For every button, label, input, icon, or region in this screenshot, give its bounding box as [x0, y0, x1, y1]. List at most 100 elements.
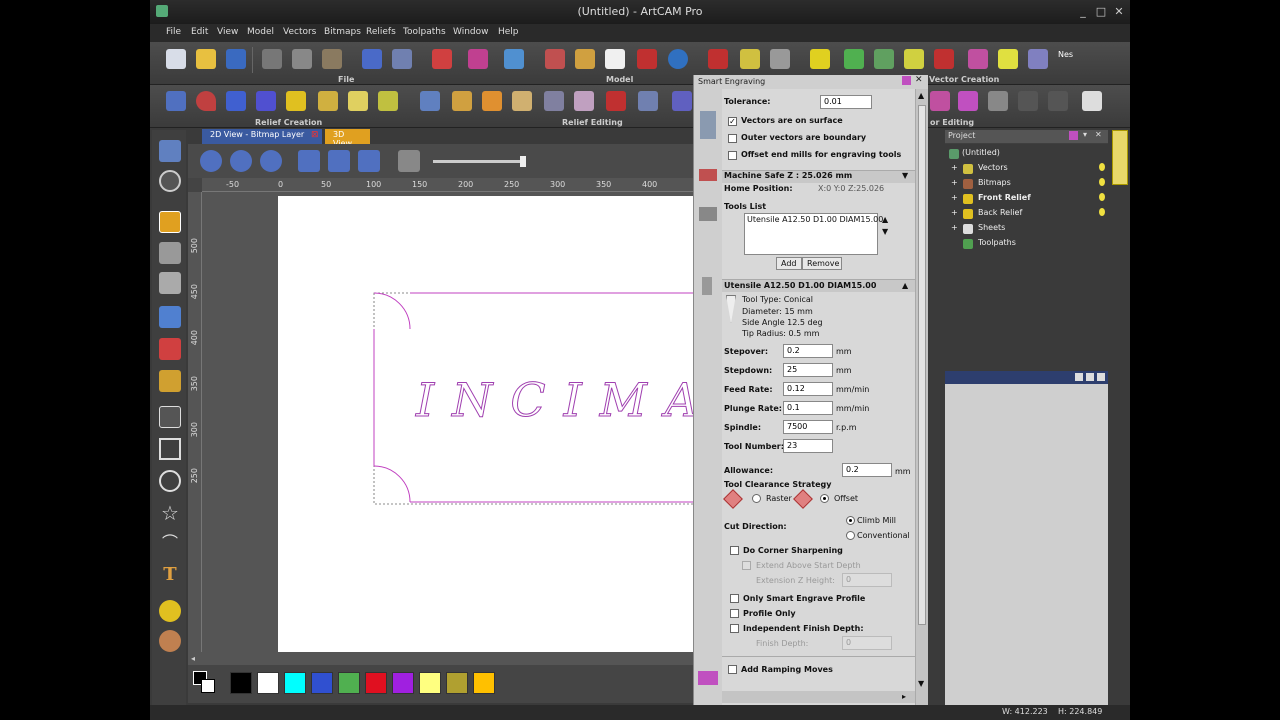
zoom-out-icon[interactable] [230, 150, 252, 172]
menu-toolpaths[interactable]: Toolpaths [403, 27, 446, 37]
offset-end-mills-checkbox[interactable] [728, 151, 737, 160]
palette-swatch[interactable] [230, 672, 252, 694]
vector-cut-icon[interactable] [770, 49, 790, 69]
book-icon[interactable] [468, 49, 488, 69]
palette-swatch[interactable] [446, 672, 468, 694]
circle-icon[interactable] [159, 470, 181, 492]
vector-node-edit-icon[interactable] [874, 49, 894, 69]
lightbulb-icon[interactable] [1099, 193, 1105, 201]
menu-file[interactable]: File [166, 27, 181, 37]
scroll-right-icon[interactable]: ▸ [902, 692, 906, 701]
relief-weave-icon[interactable] [318, 91, 338, 111]
project-pin-icon[interactable] [1069, 131, 1078, 140]
rectangle-icon[interactable] [159, 438, 181, 460]
palette-swatch[interactable] [284, 672, 306, 694]
palette-swatch[interactable] [392, 672, 414, 694]
menu-view[interactable]: View [217, 27, 238, 37]
profile-only-checkbox[interactable] [730, 609, 739, 618]
eraser-icon[interactable] [159, 370, 181, 392]
vector-pen-icon[interactable] [968, 49, 988, 69]
panel-close-icon[interactable]: ✕ [915, 75, 923, 85]
remove-tool-button[interactable]: Remove [802, 257, 842, 270]
vector-fillet-icon[interactable] [1018, 91, 1038, 111]
props-dropdown-icon[interactable] [1086, 373, 1094, 381]
relief-scale-icon[interactable] [544, 91, 564, 111]
zoom-region-icon[interactable] [159, 140, 181, 162]
model-bitmap-icon[interactable] [605, 49, 625, 69]
model-relief-icon[interactable] [545, 49, 565, 69]
palette-swatch[interactable] [419, 672, 441, 694]
relief-blend-icon[interactable] [574, 91, 594, 111]
side-panel-tab[interactable] [1112, 130, 1128, 185]
relief-emboss-icon[interactable] [482, 91, 502, 111]
expand-icon[interactable]: + [951, 193, 958, 202]
corner-sharpening-checkbox[interactable] [730, 546, 739, 555]
palette-swatch[interactable] [365, 672, 387, 694]
conventional-radio[interactable] [846, 531, 855, 540]
spiral-icon[interactable] [159, 630, 181, 652]
extension-z-height-input[interactable]: 0 [842, 573, 892, 587]
model-bear-icon[interactable] [575, 49, 595, 69]
tree-item-bitmaps[interactable]: Bitmaps [978, 178, 1011, 187]
tolerance-input[interactable]: 0.01 [820, 95, 872, 109]
spindle-input[interactable]: 7500 [783, 420, 833, 434]
panel-vscroll[interactable]: ▲ ▼ [915, 89, 928, 705]
nesting-icon[interactable]: Nes [1058, 50, 1073, 59]
zoom-extents-icon[interactable] [358, 150, 380, 172]
collapse-arrow-icon[interactable]: ▼ [902, 171, 908, 180]
relief-spin-icon[interactable] [256, 91, 276, 111]
tool-number-input[interactable]: 23 [783, 439, 833, 453]
relief-shape-icon[interactable] [166, 91, 186, 111]
arc-icon[interactable]: ⌒ [159, 532, 181, 554]
collapse-up-icon[interactable]: ▲ [902, 281, 908, 290]
paint-brush-icon[interactable] [159, 306, 181, 328]
props-close-icon[interactable] [1097, 373, 1105, 381]
vector-delete-node-icon[interactable] [934, 49, 954, 69]
tab-2d-view[interactable]: 2D View - Bitmap Layer [202, 129, 322, 144]
menu-vectors[interactable]: Vectors [283, 27, 316, 37]
feed-rate-input[interactable]: 0.12 [783, 382, 833, 396]
pin-icon[interactable] [902, 76, 911, 85]
relief-mirror-icon[interactable] [638, 91, 658, 111]
ramping-moves-checkbox[interactable] [728, 665, 737, 674]
menu-reliefs[interactable]: Reliefs [366, 27, 396, 37]
drawing-canvas[interactable]: INCIMA [202, 192, 693, 652]
relief-paste-icon[interactable] [606, 91, 626, 111]
zoom-fit-icon[interactable] [298, 150, 320, 172]
blend-slider-handle[interactable] [520, 156, 526, 167]
relief-star-icon[interactable] [226, 91, 246, 111]
vector-nodes-icon[interactable] [844, 49, 864, 69]
menu-window[interactable]: Window [453, 27, 489, 37]
view-settings-icon[interactable] [398, 150, 420, 172]
star-icon[interactable]: ☆ [159, 502, 181, 524]
palette-swatch[interactable] [473, 672, 495, 694]
tree-item-back-relief[interactable]: Back Relief [978, 208, 1022, 217]
palette-swatch[interactable] [257, 672, 279, 694]
tree-item-front-relief[interactable]: Front Relief [978, 193, 1031, 202]
palette-swatch[interactable] [338, 672, 360, 694]
tree-item-vectors[interactable]: Vectors [978, 163, 1008, 172]
scroll-up-icon[interactable]: ▲ [918, 91, 924, 100]
plunge-rate-input[interactable]: 0.1 [783, 401, 833, 415]
flood-fill-icon[interactable] [159, 338, 181, 360]
node-edit-icon[interactable] [159, 242, 181, 264]
relief-import-icon[interactable] [378, 91, 398, 111]
expand-icon[interactable]: + [951, 208, 958, 217]
lightbulb-icon[interactable] [1099, 163, 1105, 171]
cut-icon[interactable] [262, 49, 282, 69]
scroll-down-icon[interactable]: ▼ [918, 679, 924, 688]
maximize-button[interactable]: □ [1094, 5, 1108, 19]
allowance-input[interactable]: 0.2 [842, 463, 892, 477]
relief-offset-icon[interactable] [512, 91, 532, 111]
vector-weld-icon[interactable] [958, 91, 978, 111]
redo-icon[interactable] [392, 49, 412, 69]
outer-vectors-checkbox[interactable] [728, 134, 737, 143]
only-smart-engrave-checkbox[interactable] [730, 594, 739, 603]
menu-help[interactable]: Help [498, 27, 519, 37]
props-pin-icon[interactable] [1075, 373, 1083, 381]
zoom-previous-icon[interactable] [260, 150, 282, 172]
vector-star-icon[interactable] [810, 49, 830, 69]
blend-slider[interactable] [433, 160, 523, 163]
close-tab-icon[interactable]: ⊠ [311, 130, 319, 140]
vector-arc-icon[interactable] [904, 49, 924, 69]
